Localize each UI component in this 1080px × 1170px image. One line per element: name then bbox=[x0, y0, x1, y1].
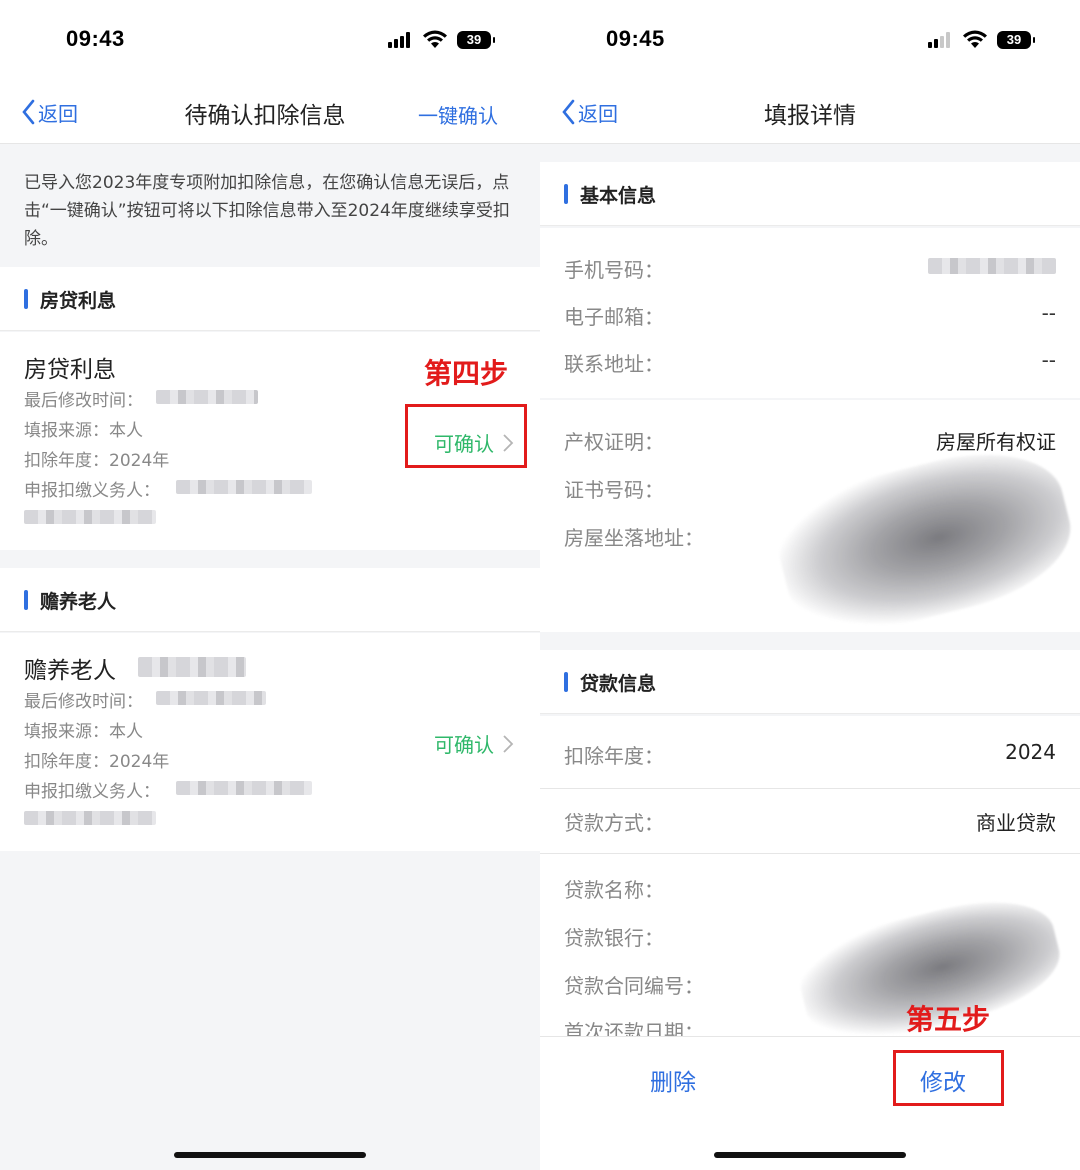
email-label: 电子邮箱： bbox=[564, 305, 664, 329]
elderly-card[interactable]: 赡养老人 最后修改时间： 填报来源：本人 扣除年度：2024年 申报扣缴义务人：… bbox=[0, 633, 540, 851]
signal-icon bbox=[928, 32, 954, 48]
status-bar: 09:45 39 bbox=[540, 0, 1080, 80]
loan-type-label: 贷款方式： bbox=[564, 811, 664, 835]
section-accent-bar bbox=[24, 590, 28, 610]
right-screen: 09:45 39 返回 填报详情 基本信息 手机号码： 电子邮箱： -- 联系地… bbox=[540, 0, 1080, 1170]
section-title: 基本信息 bbox=[580, 185, 657, 207]
section-header-basic: 基本信息 bbox=[540, 162, 1080, 226]
section-accent-bar bbox=[564, 184, 568, 204]
contract-number-label: 贷款合同编号： bbox=[564, 974, 704, 998]
certificate-label: 产权证明： bbox=[564, 430, 664, 454]
redaction-scribble bbox=[766, 433, 1080, 649]
card-title: 房贷利息 bbox=[24, 357, 116, 383]
left-screen: 09:43 39 返回 待确认扣除信息 一键确认 已导入您2023年度专项附加扣… bbox=[0, 0, 540, 1170]
report-source: 填报来源：本人 bbox=[24, 421, 143, 441]
withholder-label: 申报扣缴义务人： bbox=[24, 782, 160, 802]
step-annotation: 第五步 bbox=[906, 1003, 991, 1036]
contact-info-block: 手机号码： 电子邮箱： -- 联系地址： -- bbox=[540, 228, 1080, 398]
certificate-value: 房屋所有权证 bbox=[936, 430, 1056, 454]
redacted-value bbox=[24, 510, 156, 524]
deduction-year: 扣除年度：2024年 bbox=[24, 451, 170, 471]
year-label: 扣除年度： bbox=[564, 744, 664, 768]
section-header-elderly: 赡养老人 bbox=[0, 568, 540, 632]
nav-bar: 返回 填报详情 bbox=[540, 80, 1080, 144]
redacted-value bbox=[928, 258, 1056, 274]
redacted-value bbox=[176, 781, 312, 795]
section-accent-bar bbox=[24, 289, 28, 309]
redacted-value bbox=[176, 480, 312, 494]
redacted-value bbox=[156, 691, 266, 705]
chevron-right-icon bbox=[503, 734, 514, 753]
wifi-icon bbox=[423, 30, 447, 48]
confirm-label: 可确认 bbox=[434, 733, 494, 757]
home-indicator bbox=[714, 1152, 906, 1158]
nav-bar: 返回 待确认扣除信息 一键确认 bbox=[0, 80, 540, 144]
one-click-confirm-button[interactable]: 一键确认 bbox=[418, 100, 498, 129]
section-accent-bar bbox=[564, 672, 568, 692]
step-annotation: 第四步 bbox=[424, 357, 509, 390]
modified-time-label: 最后修改时间： bbox=[24, 391, 143, 411]
signal-icon bbox=[388, 32, 414, 48]
status-time: 09:45 bbox=[606, 26, 665, 51]
section-title: 房贷利息 bbox=[40, 290, 117, 312]
withholder-label: 申报扣缴义务人： bbox=[24, 481, 160, 501]
highlight-box bbox=[405, 404, 527, 468]
loan-bank-label: 贷款银行： bbox=[564, 926, 664, 950]
battery-icon: 39 bbox=[457, 31, 495, 49]
import-notice: 已导入您2023年度专项附加扣除信息，在您确认信息无误后，点击“一键确认”按钮可… bbox=[0, 145, 540, 267]
loan-detail-block: 贷款名称： 贷款银行： 贷款合同编号： 首次还款日期： bbox=[540, 854, 1080, 1056]
email-value: -- bbox=[1041, 301, 1056, 325]
section-title: 赡养老人 bbox=[40, 591, 117, 613]
battery-icon: 39 bbox=[997, 31, 1035, 49]
highlight-box bbox=[893, 1050, 1004, 1106]
report-source: 填报来源：本人 bbox=[24, 722, 143, 742]
page-title: 填报详情 bbox=[764, 103, 856, 129]
wifi-icon bbox=[963, 30, 987, 48]
section-header-loan: 贷款信息 bbox=[540, 650, 1080, 714]
loan-type-value: 商业贷款 bbox=[976, 811, 1056, 835]
delete-button[interactable]: 删除 bbox=[650, 1063, 696, 1097]
redacted-value bbox=[24, 811, 156, 825]
year-value: 2024 bbox=[1005, 740, 1056, 764]
deduction-year: 扣除年度：2024年 bbox=[24, 752, 170, 772]
redacted-value bbox=[138, 657, 246, 677]
address-label: 联系地址： bbox=[564, 352, 664, 376]
section-title: 贷款信息 bbox=[580, 673, 657, 695]
property-address-label: 房屋坐落地址： bbox=[564, 526, 704, 550]
address-value: -- bbox=[1041, 348, 1056, 372]
deduction-year-row: 扣除年度： 2024 bbox=[540, 716, 1080, 788]
status-bar: 09:43 39 bbox=[0, 0, 540, 80]
phone-label: 手机号码： bbox=[564, 258, 664, 282]
confirm-link[interactable]: 可确认 bbox=[434, 729, 514, 758]
loan-name-label: 贷款名称： bbox=[564, 878, 664, 902]
property-info-block: 产权证明： 房屋所有权证 证书号码： 房屋坐落地址： bbox=[540, 400, 1080, 649]
card-title: 赡养老人 bbox=[24, 658, 116, 684]
status-time: 09:43 bbox=[66, 26, 125, 51]
section-header-mortgage: 房贷利息 bbox=[0, 267, 540, 331]
certificate-number-label: 证书号码： bbox=[564, 478, 664, 502]
loan-type-row: 贷款方式： 商业贷款 bbox=[540, 789, 1080, 853]
home-indicator bbox=[174, 1152, 366, 1158]
modified-time-label: 最后修改时间： bbox=[24, 692, 143, 712]
redacted-value bbox=[156, 390, 258, 404]
